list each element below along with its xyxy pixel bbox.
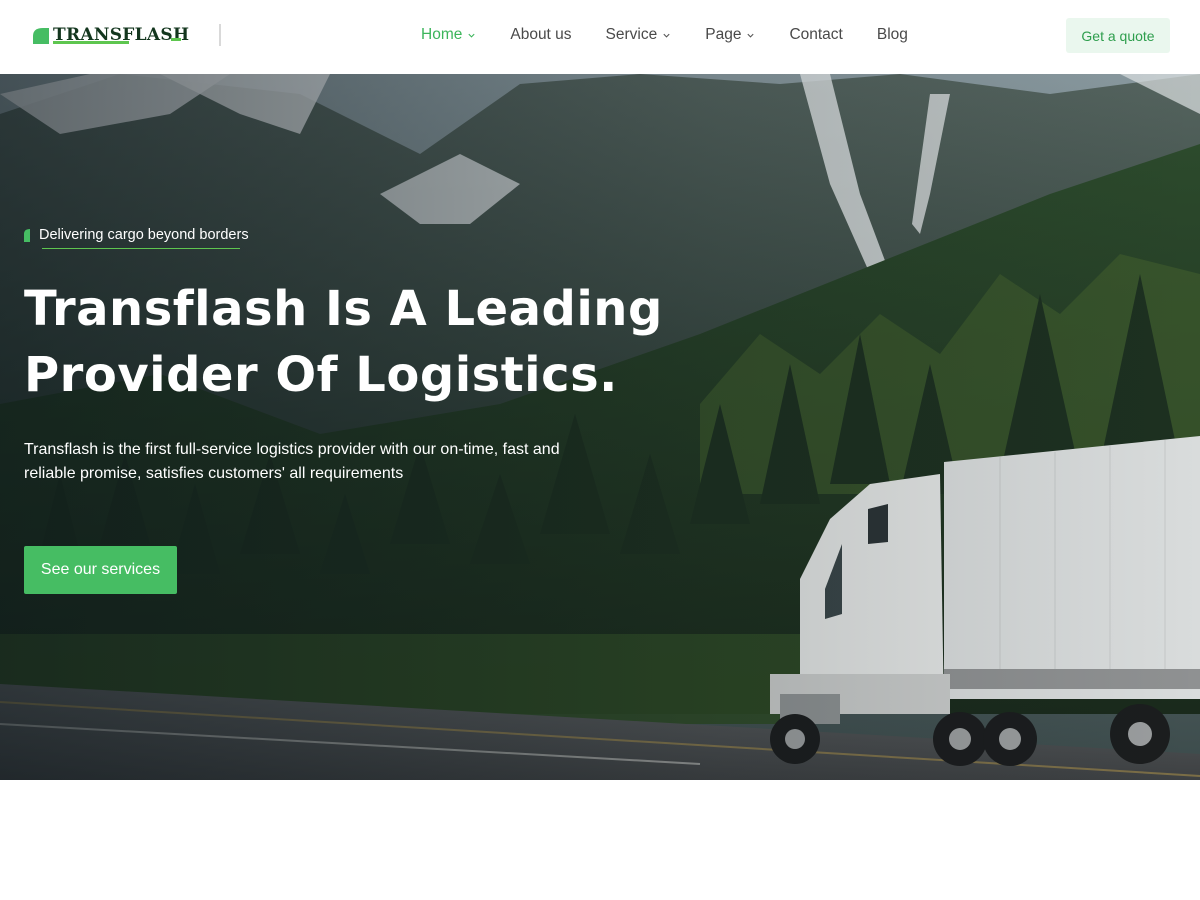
logo-underline (53, 41, 129, 44)
hero-title-line-2: Provider Of Logistics. (24, 347, 618, 403)
brand-logo[interactable]: TRANSFLASH (33, 22, 189, 48)
chevron-down-icon (468, 33, 475, 38)
hero-tagline: Delivering cargo beyond borders (24, 227, 249, 243)
chevron-down-icon (663, 33, 670, 38)
nav-item-blog[interactable]: Blog (877, 26, 908, 44)
leaf-icon (24, 228, 30, 242)
nav-item-service[interactable]: Service (606, 26, 672, 44)
chevron-down-icon (747, 33, 755, 38)
below-hero-section (0, 780, 1200, 900)
nav-label: Page (705, 26, 742, 43)
nav-label: Blog (876, 26, 908, 43)
see-our-services-button[interactable]: See our services (24, 546, 177, 594)
get-a-quote-button[interactable]: Get a quote (1066, 18, 1170, 53)
leaf-mark-icon (33, 28, 49, 44)
header-divider (219, 24, 221, 46)
hero-background-image (0, 74, 1200, 780)
hero-description: Transflash is the first full-service log… (24, 441, 560, 482)
tagline-underline (42, 248, 240, 249)
nav-label: Home (421, 26, 463, 43)
hero-section: Delivering cargo beyond borders Transfla… (0, 74, 1200, 780)
nav-label: Contact (789, 26, 843, 43)
tagline-text: Delivering cargo beyond borders (39, 227, 249, 243)
hero-title: Transflash Is A Leading Provider Of Logi… (24, 276, 724, 408)
nav-item-page[interactable]: Page (705, 26, 755, 44)
site-header: TRANSFLASH Home About us Service Page Co… (0, 0, 1200, 74)
hero-title-line-1: Transflash Is A Leading (24, 281, 663, 337)
nav-label: About us (510, 26, 572, 43)
logo-accent-dash (171, 38, 181, 41)
nav-item-contact[interactable]: Contact (789, 26, 842, 44)
nav-item-about[interactable]: About us (510, 26, 571, 44)
main-nav: Home About us Service Page Contact Blog (421, 24, 908, 46)
nav-label: Service (605, 26, 658, 43)
nav-item-home[interactable]: Home (421, 26, 476, 44)
